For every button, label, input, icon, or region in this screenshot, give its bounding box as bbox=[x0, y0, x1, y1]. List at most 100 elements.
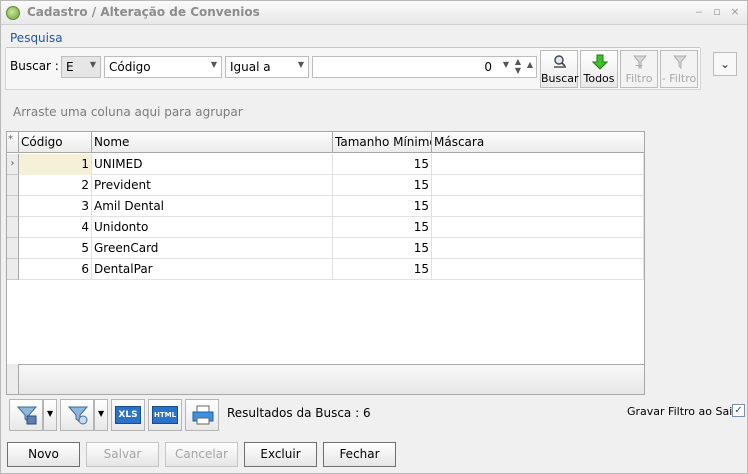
cell-codigo[interactable]: 1 bbox=[19, 154, 92, 175]
save-filter-dropdown[interactable]: ▼ bbox=[43, 399, 57, 431]
cell-tamanho[interactable]: 15 bbox=[333, 217, 432, 238]
cell-tamanho[interactable]: 15 bbox=[333, 154, 432, 175]
table-row[interactable]: › 1 UNIMED 15 bbox=[7, 154, 644, 175]
cell-tamanho[interactable]: 15 bbox=[333, 175, 432, 196]
chevron-down-icon: ▼ bbox=[210, 60, 217, 69]
spinner-icon[interactable]: ▲ ▼ bbox=[515, 57, 521, 75]
save-filter-button[interactable] bbox=[9, 399, 43, 431]
group-by-hint: Arraste uma coluna aqui para agrupar bbox=[13, 105, 243, 119]
row-indicator[interactable] bbox=[7, 259, 19, 280]
cell-tamanho[interactable]: 15 bbox=[333, 238, 432, 259]
arrow-down-icon bbox=[592, 54, 608, 70]
row-indicator[interactable] bbox=[7, 238, 19, 259]
print-button[interactable] bbox=[185, 399, 219, 431]
current-row-indicator-icon[interactable]: › bbox=[7, 154, 19, 175]
export-html-button[interactable]: HTML bbox=[148, 399, 182, 431]
search-value: 0 bbox=[484, 60, 492, 74]
cell-nome[interactable]: Prevident bbox=[92, 175, 333, 196]
field-value: Código bbox=[109, 60, 151, 74]
grid-footer-indicator bbox=[7, 364, 19, 394]
save-filter-on-exit-checkbox[interactable]: ✓ bbox=[732, 404, 745, 417]
load-filter-dropdown[interactable]: ▼ bbox=[94, 399, 108, 431]
add-filter-label: + Filtro bbox=[625, 59, 653, 85]
chevron-down-icon: ▼ bbox=[47, 409, 54, 418]
cell-codigo[interactable]: 3 bbox=[19, 196, 92, 217]
fechar-button[interactable]: Fechar bbox=[323, 442, 396, 467]
salvar-button[interactable]: Salvar bbox=[86, 442, 159, 467]
cell-codigo[interactable]: 5 bbox=[19, 238, 92, 259]
cell-mascara[interactable] bbox=[432, 238, 644, 259]
cell-mascara[interactable] bbox=[432, 196, 644, 217]
table-row[interactable]: 2 Prevident 15 bbox=[7, 175, 644, 196]
window: Cadastro / Alteração de Convenios ‒ ▫ × … bbox=[0, 0, 748, 474]
double-chevron-down-icon: ⌄ bbox=[719, 57, 731, 71]
cell-mascara[interactable] bbox=[432, 175, 644, 196]
grid-header: * Código Nome Tamanho Mínimo Máscara bbox=[7, 132, 644, 153]
export-xls-button[interactable]: XLS bbox=[111, 399, 145, 431]
field-select[interactable]: Código ▼ bbox=[104, 56, 222, 78]
search-label: Buscar : bbox=[10, 59, 59, 73]
minimize-icon[interactable]: ‒ bbox=[693, 6, 705, 18]
save-filter-on-exit-label: Gravar Filtro ao Sair bbox=[627, 405, 737, 418]
cell-mascara[interactable] bbox=[432, 259, 644, 280]
grid-corner-icon[interactable]: * bbox=[7, 132, 19, 153]
novo-button[interactable]: Novo bbox=[7, 442, 80, 467]
row-indicator[interactable] bbox=[7, 175, 19, 196]
window-title: Cadastro / Alteração de Convenios bbox=[27, 5, 260, 19]
buscar-button[interactable]: Buscar bbox=[540, 50, 579, 88]
xls-icon: XLS bbox=[115, 406, 141, 424]
chevron-down-icon: ▼ bbox=[297, 60, 304, 69]
cell-nome[interactable]: DentalPar bbox=[92, 259, 333, 280]
row-indicator[interactable] bbox=[7, 196, 19, 217]
row-indicator[interactable] bbox=[7, 217, 19, 238]
logic-value: E bbox=[66, 60, 74, 74]
printer-icon bbox=[192, 405, 214, 425]
cell-codigo[interactable]: 6 bbox=[19, 259, 92, 280]
cell-nome[interactable]: Unidonto bbox=[92, 217, 333, 238]
column-header-codigo[interactable]: Código bbox=[19, 132, 92, 153]
cell-mascara[interactable] bbox=[432, 154, 644, 175]
cell-nome[interactable]: GreenCard bbox=[92, 238, 333, 259]
search-icon bbox=[554, 55, 566, 68]
grid-footer bbox=[7, 364, 644, 394]
cell-codigo[interactable]: 2 bbox=[19, 175, 92, 196]
column-header-mascara[interactable]: Máscara bbox=[432, 132, 644, 153]
table-row[interactable]: 5 GreenCard 15 bbox=[7, 238, 644, 259]
cancelar-button[interactable]: Cancelar bbox=[165, 442, 238, 467]
cell-tamanho[interactable]: 15 bbox=[333, 259, 432, 280]
chevron-down-icon[interactable]: ▼ bbox=[503, 60, 509, 69]
column-header-nome[interactable]: Nome bbox=[92, 132, 333, 153]
search-results-count: Resultados da Busca : 6 bbox=[227, 406, 371, 420]
expand-button[interactable]: ⌄ bbox=[713, 52, 737, 76]
chevron-up-icon[interactable]: ▲ bbox=[527, 60, 533, 69]
html-icon: HTML bbox=[152, 406, 178, 424]
excluir-button[interactable]: Excluir bbox=[244, 442, 317, 467]
todos-label: Todos bbox=[583, 72, 615, 85]
close-icon[interactable]: × bbox=[729, 6, 741, 18]
table-row[interactable]: 4 Unidonto 15 bbox=[7, 217, 644, 238]
add-filter-button[interactable]: + Filtro bbox=[620, 50, 658, 88]
operator-select[interactable]: Igual a ▼ bbox=[225, 56, 309, 78]
maximize-icon[interactable]: ▫ bbox=[711, 6, 723, 18]
todos-button[interactable]: Todos bbox=[580, 50, 618, 88]
data-grid: * Código Nome Tamanho Mínimo Máscara › 1 U… bbox=[6, 131, 645, 395]
cell-nome[interactable]: UNIMED bbox=[92, 154, 333, 175]
cell-codigo[interactable]: 4 bbox=[19, 217, 92, 238]
remove-filter-label: - Filtro bbox=[661, 72, 697, 85]
table-row[interactable]: 3 Amil Dental 15 bbox=[7, 196, 644, 217]
cell-tamanho[interactable]: 15 bbox=[333, 196, 432, 217]
table-row[interactable]: 6 DentalPar 15 bbox=[7, 259, 644, 280]
load-filter-button[interactable] bbox=[60, 399, 94, 431]
buscar-label: Buscar bbox=[541, 72, 579, 85]
chevron-down-icon: ▼ bbox=[98, 409, 105, 418]
search-value-input[interactable]: 0 ▼ ▲ ▼ ▲ bbox=[312, 56, 537, 78]
filter-remove-icon bbox=[672, 55, 688, 70]
column-header-tamanho[interactable]: Tamanho Mínimo bbox=[333, 132, 432, 153]
app-icon bbox=[6, 6, 20, 20]
remove-filter-button[interactable]: - Filtro bbox=[660, 50, 698, 88]
chevron-down-icon: ▼ bbox=[89, 60, 96, 69]
operator-value: Igual a bbox=[230, 60, 271, 74]
cell-mascara[interactable] bbox=[432, 217, 644, 238]
cell-nome[interactable]: Amil Dental bbox=[92, 196, 333, 217]
logic-select[interactable]: E ▼ bbox=[61, 56, 101, 78]
